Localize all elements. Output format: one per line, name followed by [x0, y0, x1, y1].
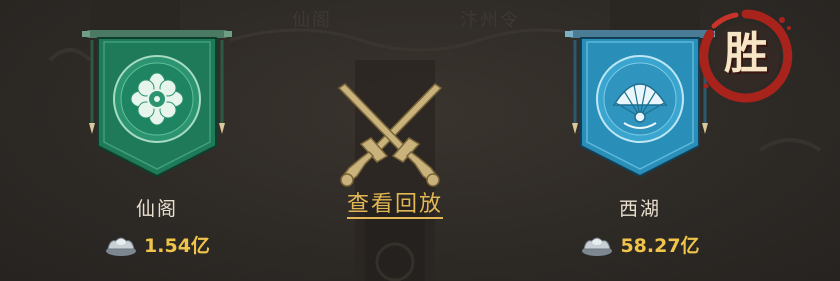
victory-label: 胜: [724, 28, 768, 79]
right-guild-power: 58.27亿: [560, 229, 720, 259]
crossed-swords-icon: [337, 83, 443, 187]
view-replay-link[interactable]: 查看回放: [320, 186, 470, 218]
left-guild-power: 1.54亿: [77, 229, 237, 259]
fan-emblem-icon: [596, 55, 684, 143]
right-power-value: 58.27亿: [620, 234, 700, 257]
victory-badge: 胜: [696, 6, 796, 106]
left-power-value: 1.54亿: [144, 234, 210, 257]
flower-emblem-icon: [113, 55, 201, 143]
background-faint-text-left: 仙阁: [292, 10, 332, 31]
left-guild-name: 仙阁: [135, 198, 178, 220]
silver-ingot-icon: [106, 237, 137, 256]
right-guild-name: 西湖: [618, 198, 661, 220]
background-faint-text-right: 汴州令: [460, 10, 520, 31]
silver-ingot-icon: [582, 237, 613, 256]
match-result-panel: 仙阁 汴州令 仙阁 1.54亿 西湖 58.27亿 查看回放 胜: [0, 0, 840, 281]
